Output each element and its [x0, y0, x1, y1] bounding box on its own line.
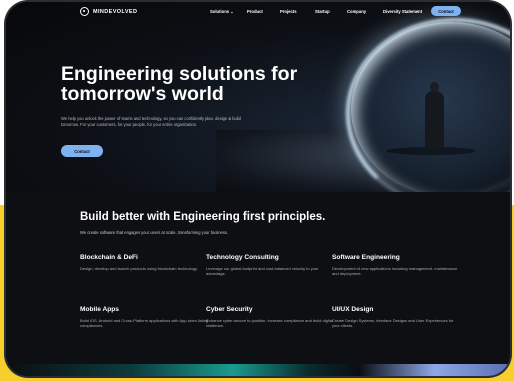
- nav-item-company[interactable]: Company: [347, 9, 366, 14]
- hero-description: We help you unlock the power of teams an…: [61, 116, 241, 127]
- feature-tile-blockchain[interactable]: Blockchain & DeFi Design, develop and la…: [80, 254, 210, 271]
- feature-tile-technology-consulting[interactable]: Technology Consulting Leverage our globa…: [206, 254, 336, 277]
- logo-text: MINDEVOLVED: [93, 8, 138, 15]
- feature-tile-title: Technology Consulting: [206, 254, 279, 261]
- nav-item-diversity-statement[interactable]: Diversity Statement: [383, 9, 422, 14]
- features-section: Build better with Engineering first prin…: [6, 192, 510, 376]
- feature-tile-title: Software Engineering: [332, 254, 400, 261]
- nav-item-startup[interactable]: Startup: [315, 9, 330, 14]
- nav-contact-button[interactable]: Contact: [431, 6, 461, 16]
- feature-tile-title: Cyber Security: [206, 306, 253, 313]
- hero-figure-silhouette: [425, 91, 444, 149]
- top-navigation: MINDEVOLVED Solutions ⌄ Product Projects…: [6, 2, 510, 22]
- hero-figure-head: [430, 82, 439, 92]
- feature-tile-desc: Development of new applications includin…: [332, 266, 458, 277]
- nav-item-projects[interactable]: Projects: [280, 9, 297, 14]
- feature-tile-desc: Build iOS, Android and Cross-Platform ap…: [80, 318, 209, 329]
- feature-tile-desc: Enhance cyber-secure to position, increa…: [206, 318, 333, 329]
- website-screenshot-card: MINDEVOLVED Solutions ⌄ Product Projects…: [6, 2, 510, 376]
- feature-tile-title: Blockchain & DeFi: [80, 254, 138, 261]
- feature-tile-desc: Design, develop and launch products usin…: [80, 266, 198, 271]
- next-section-preview-image: [6, 364, 510, 376]
- features-subtitle: We create software that engages your use…: [80, 230, 229, 235]
- hero-section: MINDEVOLVED Solutions ⌄ Product Projects…: [6, 2, 510, 209]
- hero-title: Engineering solutions for tomorrow's wor…: [61, 63, 298, 105]
- feature-tile-cyber-security[interactable]: Cyber Security Enhance cyber-secure to p…: [206, 306, 336, 329]
- feature-tile-title: Mobile Apps: [80, 306, 119, 313]
- nav-item-product[interactable]: Product: [247, 9, 263, 14]
- nav-item-label: Solutions: [210, 9, 230, 14]
- features-title: Build better with Engineering first prin…: [80, 211, 326, 223]
- feature-tile-software-engineering[interactable]: Software Engineering Development of new …: [332, 254, 462, 277]
- chevron-down-icon: ⌄: [230, 9, 234, 14]
- feature-tile-mobile-apps[interactable]: Mobile Apps Build iOS, Android and Cross…: [80, 306, 210, 329]
- feature-tile-desc: Leverage our global footprint and cost-b…: [206, 266, 319, 277]
- hero-contact-button[interactable]: Contact: [61, 145, 103, 157]
- brand-logo[interactable]: MINDEVOLVED: [80, 7, 137, 16]
- feature-tile-desc: Create Design Systems, interface Designs…: [332, 318, 454, 329]
- feature-tile-ui-ux-design[interactable]: UI/UX Design Create Design Systems, inte…: [332, 306, 462, 329]
- logo-icon: [80, 7, 89, 16]
- feature-tile-title: UI/UX Design: [332, 306, 374, 313]
- nav-item-solutions[interactable]: Solutions ⌄: [210, 9, 234, 14]
